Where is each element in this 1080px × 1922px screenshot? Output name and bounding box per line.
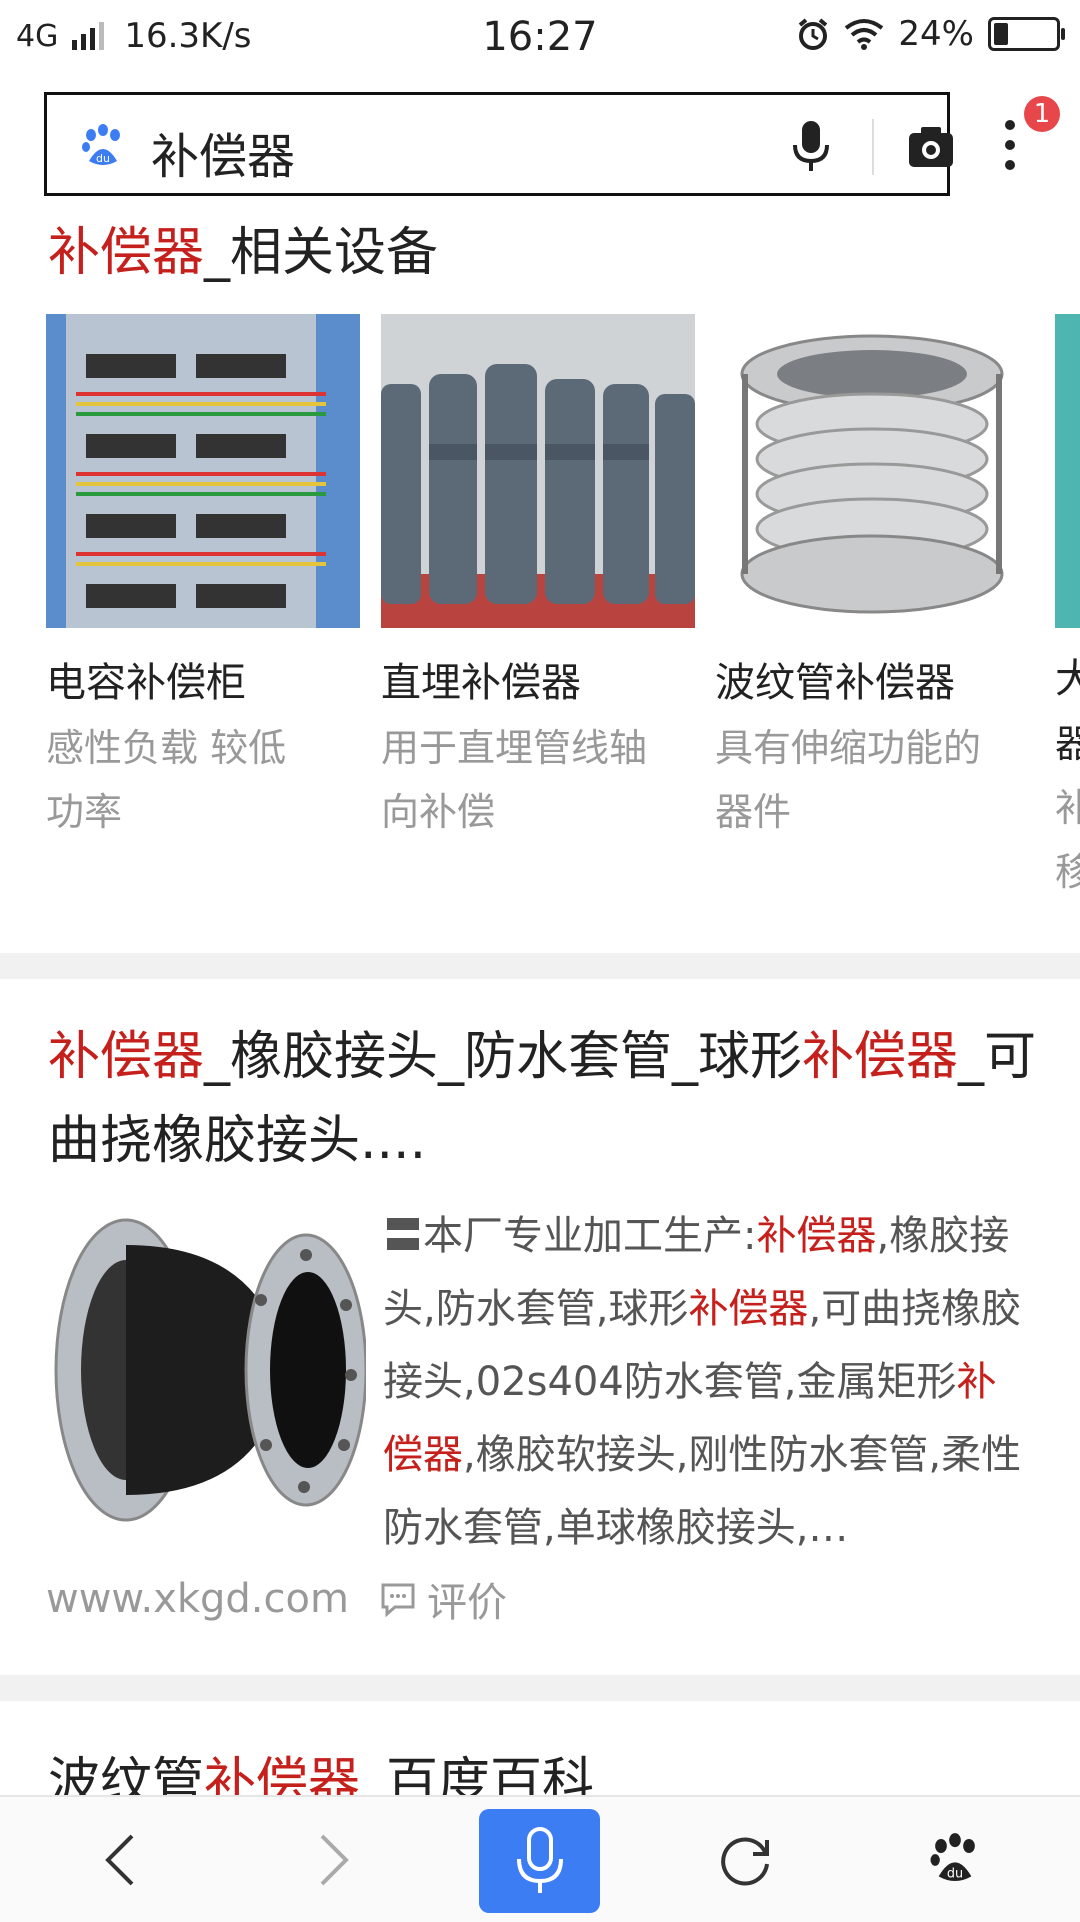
result-snippet: 〓本厂专业加工生产:补偿器,橡胶接头,防水套管,球形补偿器,可曲挠橡胶接头,02… (383, 1213, 1022, 1551)
result-footer: www.xkgd.com 评价 (46, 1570, 507, 1628)
card-title: 波纹管补偿器 (715, 660, 955, 706)
card-desc: 器补移 (1055, 722, 1080, 894)
result-thumbnail[interactable] (46, 1205, 366, 1530)
card-title: 大 (1055, 656, 1080, 702)
search-bar[interactable]: du 补偿器 (44, 92, 953, 196)
comment-button[interactable]: 评价 (379, 1570, 507, 1628)
back-icon (105, 1834, 134, 1885)
bottom-nav: du (0, 1795, 1080, 1922)
home-button[interactable]: du (915, 1797, 995, 1922)
result-title[interactable]: 补偿器_橡胶接头_防水套管_球形补偿器_可曲挠橡胶接头.... (48, 1015, 1038, 1183)
back-button[interactable] (80, 1797, 160, 1922)
svg-text:du: du (947, 1866, 963, 1881)
baidu-paw-icon: du (930, 1832, 975, 1881)
svg-text:du: du (96, 152, 110, 165)
camera-icon[interactable] (905, 119, 957, 175)
more-menu-icon[interactable] (990, 116, 1030, 176)
microphone-icon (517, 1827, 563, 1893)
card-image (715, 314, 1029, 628)
battery-percent: 24% (898, 14, 974, 54)
card-desc: 用于直埋管线轴 向补偿 (381, 726, 648, 834)
wifi-icon (845, 19, 884, 50)
divider (872, 119, 874, 175)
baidu-paw-icon: du (82, 124, 120, 165)
voice-search-button[interactable] (479, 1809, 600, 1913)
card-direct-buried[interactable]: 直埋补偿器 用于直埋管线轴 向补偿 (381, 314, 695, 844)
card-title: 电容补偿柜 (46, 660, 246, 706)
card-desc: 具有伸缩功能的 器件 (715, 726, 982, 834)
search-query[interactable]: 补偿器 (151, 117, 295, 187)
card-partial[interactable]: 大 器补移 (1055, 314, 1080, 904)
battery-icon (988, 17, 1065, 51)
microphone-icon[interactable] (785, 117, 837, 177)
card-bellows[interactable]: 波纹管补偿器 具有伸缩功能的 器件 (715, 314, 1029, 844)
notification-badge: 1 (1024, 96, 1060, 132)
refresh-icon (721, 1837, 769, 1885)
forward-icon (320, 1834, 349, 1885)
related-carousel[interactable]: 电容补偿柜 感性负载 较低 功率 直埋补偿器 用于直埋管线轴 向补偿 波纹管补偿… (46, 314, 1080, 914)
refresh-button[interactable] (705, 1797, 785, 1922)
alarm-icon (799, 18, 828, 50)
card-image (46, 314, 360, 628)
result-url[interactable]: www.xkgd.com (46, 1576, 349, 1622)
section-title[interactable]: 补偿器_相关设备 (48, 210, 438, 285)
comment-label: 评价 (426, 1580, 507, 1626)
section-divider (0, 953, 1080, 979)
status-bar: 4G 16.3K/s 16:27 24% (0, 0, 1080, 74)
comment-icon (381, 1583, 415, 1617)
card-desc: 感性负载 较低 功率 (46, 726, 287, 834)
card-image (381, 314, 695, 628)
card-title: 直埋补偿器 (381, 660, 581, 706)
section-divider (0, 1675, 1080, 1701)
forward-button[interactable] (294, 1797, 374, 1922)
card-capacitor-cabinet[interactable]: 电容补偿柜 感性负载 较低 功率 (46, 314, 360, 844)
card-image (1055, 314, 1080, 628)
